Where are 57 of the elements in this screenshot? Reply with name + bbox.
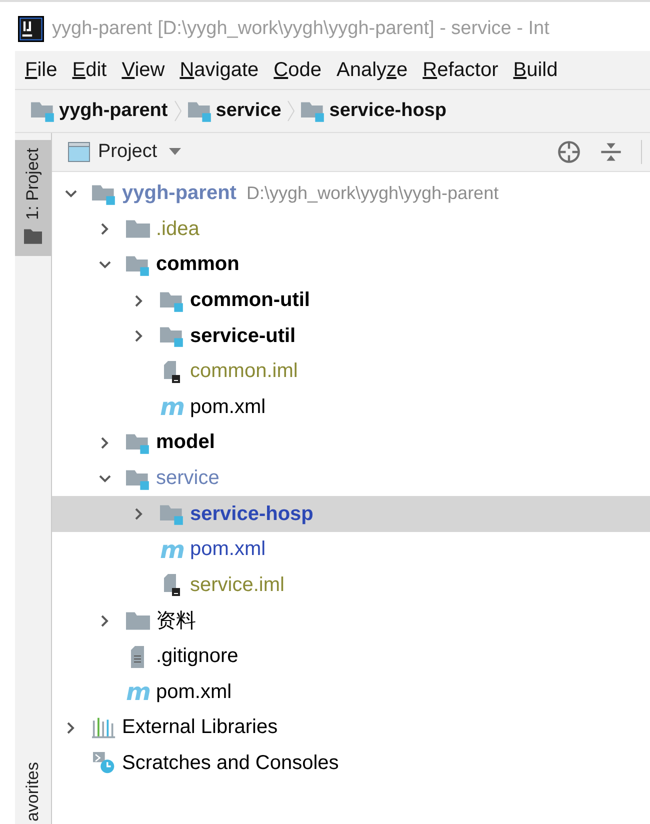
menu-item[interactable]: File — [15, 58, 62, 82]
library-icon — [92, 716, 116, 739]
breadcrumb[interactable]: service-hosp — [329, 100, 446, 122]
folder-icon — [24, 228, 42, 244]
app-logo-icon — [18, 16, 44, 42]
tree-item[interactable]: common.iml — [190, 360, 298, 384]
breadcrumb[interactable]: service — [216, 100, 282, 122]
module-folder-icon — [188, 100, 212, 122]
scratch-clock-icon — [92, 752, 116, 774]
folder-icon — [126, 610, 150, 632]
menu-item[interactable]: Analyze — [326, 58, 413, 82]
menu-item[interactable]: Refactor — [412, 58, 504, 82]
module-folder-icon — [126, 254, 150, 276]
menu-item[interactable]: Navigate — [170, 58, 264, 82]
tree-item[interactable]: common — [156, 253, 240, 276]
tree-item[interactable]: External Libraries — [122, 716, 278, 740]
breadcrumb[interactable]: yygh-parent — [59, 100, 168, 122]
menu-item[interactable]: Build — [503, 58, 563, 82]
tree-item[interactable]: .gitignore — [156, 645, 238, 668]
module-folder-icon — [126, 468, 150, 490]
folder-icon — [126, 218, 150, 240]
module-folder-icon — [160, 325, 184, 348]
dropdown-arrow-icon[interactable] — [169, 148, 182, 156]
tree-item[interactable]: service — [156, 467, 220, 490]
window-title: yygh-parent [D:\yygh_work\yygh\yygh-parent] - service - Int — [52, 18, 550, 40]
menu-item[interactable]: Edit — [62, 58, 112, 82]
breadcrumb-separator-icon — [174, 99, 182, 123]
module-folder-icon — [160, 290, 184, 312]
side-tab[interactable]: 1: Project — [15, 140, 51, 256]
menu-item[interactable]: Code — [264, 58, 326, 82]
side-tab[interactable]: avorites — [15, 762, 51, 824]
path-hint: D:\yygh_work\yygh\yygh-parent — [246, 183, 499, 204]
module-folder-icon — [301, 100, 326, 122]
tree-item[interactable]: service-util — [190, 324, 296, 348]
tree-item[interactable]: pom.xml — [156, 680, 232, 704]
window-icon — [68, 142, 90, 162]
tree-item[interactable]: .idea — [156, 218, 200, 241]
tree-item[interactable]: yygh-parent — [122, 182, 236, 206]
module-folder-icon — [160, 503, 184, 526]
locate-icon[interactable] — [557, 140, 581, 164]
module-folder-icon — [31, 100, 55, 122]
menu-item[interactable]: View — [112, 58, 170, 82]
tree-item[interactable]: service-hosp — [190, 502, 314, 526]
tree-item[interactable]: service.iml — [190, 574, 284, 597]
tree-item[interactable]: pom.xml — [190, 538, 266, 562]
tree-item[interactable]: common-util — [190, 289, 310, 312]
breadcrumb-separator-icon — [287, 99, 296, 123]
maven-icon: m — [160, 395, 184, 420]
module-folder-icon — [126, 432, 150, 454]
maven-icon: m — [126, 680, 150, 704]
tree-item[interactable]: model — [156, 431, 215, 454]
tree-item[interactable]: Scratches and Consoles — [122, 752, 339, 775]
maven-icon: m — [160, 538, 184, 562]
module-folder-icon — [92, 182, 116, 205]
tree-item[interactable]: pom.xml — [190, 396, 266, 419]
tree-item[interactable]: 资料 — [156, 607, 196, 634]
panel-title[interactable]: Project — [98, 141, 158, 163]
